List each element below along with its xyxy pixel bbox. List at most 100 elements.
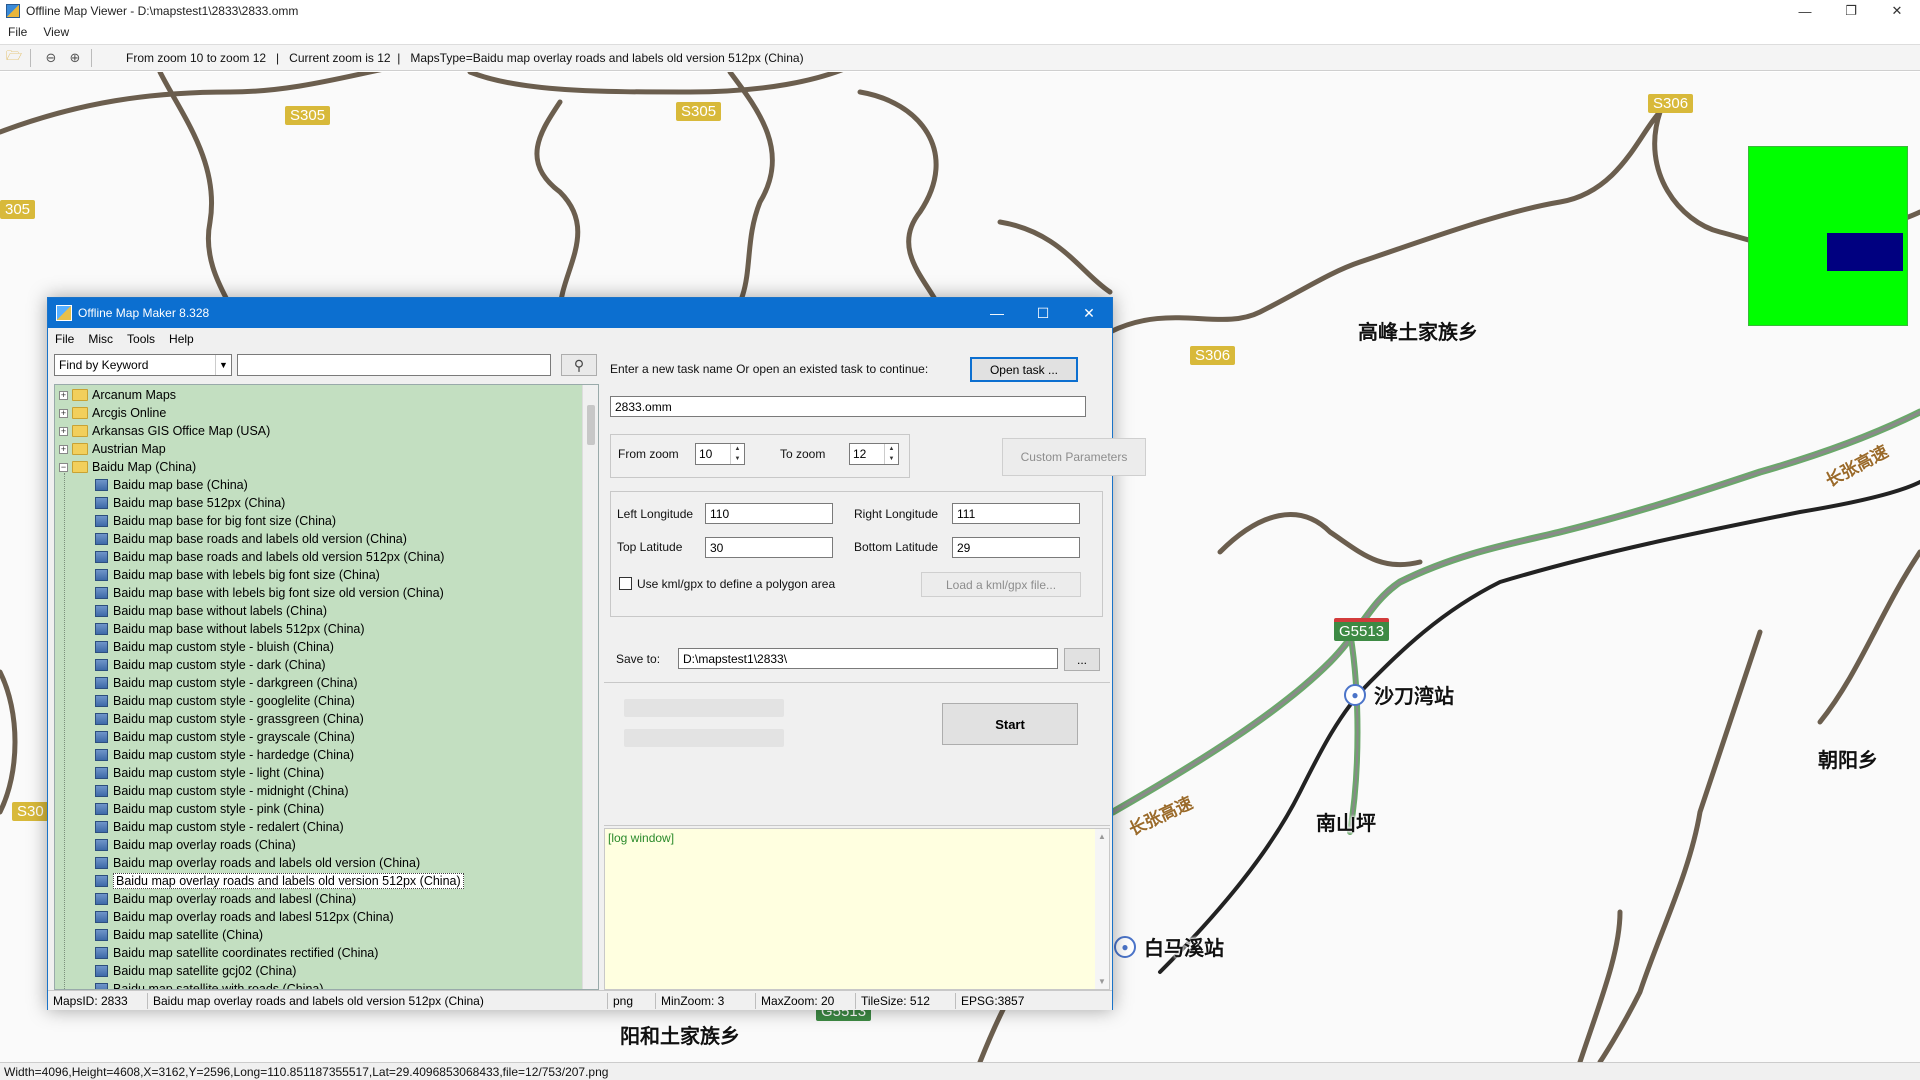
tree-item[interactable]: Baidu map custom style - bluish (China) [95, 638, 334, 656]
tree-item[interactable]: Baidu map custom style - googlelite (Chi… [95, 692, 355, 710]
task-name-field[interactable]: 2833.omm [610, 396, 1086, 417]
top-latitude-field[interactable]: 30 [705, 537, 833, 558]
to-zoom-value: 12 [853, 447, 867, 461]
tree-item[interactable]: Baidu map custom style - dark (China) [95, 656, 326, 674]
tree-item[interactable]: Baidu map custom style - redalert (China… [95, 818, 344, 836]
minimize-icon[interactable]: — [974, 298, 1020, 328]
collapse-icon[interactable]: − [59, 462, 68, 472]
menu-help[interactable]: Help [162, 332, 201, 346]
open-task-button[interactable]: Open task ... [970, 357, 1078, 382]
place-label: 朝阳乡 [1818, 750, 1878, 772]
search-mode-select[interactable]: Find by Keyword ▼ [54, 354, 232, 376]
save-path-field[interactable]: D:\mapstest1\2833\ [678, 648, 1058, 669]
map-icon [95, 839, 108, 851]
tree-item[interactable]: Baidu map custom style - grayscale (Chin… [95, 728, 355, 746]
road-shield: 305 [0, 200, 36, 219]
tree-item[interactable]: Baidu map custom style - grassgreen (Chi… [95, 710, 364, 728]
expand-icon[interactable]: + [59, 408, 68, 418]
restore-icon[interactable]: ❐ [1828, 0, 1874, 22]
expand-icon[interactable]: + [59, 426, 68, 436]
tree-item[interactable]: Baidu map satellite coordinates rectifie… [95, 944, 378, 962]
load-kml-button[interactable]: Load a kml/gpx file... [921, 572, 1081, 597]
log-scrollbar[interactable]: ▲ ▼ [1095, 829, 1109, 989]
scroll-down-icon[interactable]: ▼ [1098, 977, 1106, 986]
station-icon: ● [1344, 684, 1366, 706]
minimap[interactable] [1748, 146, 1908, 326]
tree-item[interactable]: Baidu map overlay roads and labels old v… [95, 872, 464, 890]
map-type-tree[interactable]: + Arcanum Maps + Arcgis Online + Arkansas GIS… [54, 384, 599, 990]
tree-item[interactable]: Baidu map custom style - hardedge (China… [95, 746, 354, 764]
tree-scrollbar[interactable] [582, 385, 598, 989]
map-icon [95, 533, 108, 545]
tree-item[interactable]: Baidu map custom style - midnight (China… [95, 782, 349, 800]
tree-item[interactable]: Baidu map satellite gcj02 (China) [95, 962, 296, 980]
left-longitude-label: Left Longitude [617, 507, 694, 521]
tree-item[interactable]: Baidu map base with lebels big font size… [95, 566, 380, 584]
open-folder-icon[interactable]: 🗁 [4, 48, 24, 68]
tree-item[interactable]: Baidu map base roads and labels old vers… [95, 548, 444, 566]
map-icon [95, 659, 108, 671]
menu-file[interactable]: File [0, 25, 35, 39]
folder-icon [72, 461, 88, 473]
tree-item[interactable]: Baidu map base (China) [95, 476, 248, 494]
to-zoom-stepper[interactable]: 12 ▲ ▼ [849, 443, 899, 465]
tree-item[interactable]: Baidu map base for big font size (China) [95, 512, 336, 530]
close-icon[interactable]: ✕ [1874, 0, 1920, 22]
tree-item[interactable]: Baidu map custom style - light (China) [95, 764, 324, 782]
from-zoom-stepper[interactable]: 10 ▲ ▼ [695, 443, 745, 465]
zoom-out-icon[interactable]: ⊖ [41, 48, 61, 68]
search-button[interactable]: ⚲ [561, 354, 597, 376]
minimap-viewport[interactable] [1827, 233, 1903, 271]
start-button[interactable]: Start [942, 703, 1078, 745]
menu-misc[interactable]: Misc [81, 332, 120, 346]
stepper-arrows-icon[interactable]: ▲ ▼ [730, 444, 744, 464]
tree-item[interactable]: Baidu map base without labels 512px (Chi… [95, 620, 365, 638]
tree-item[interactable]: Baidu map base without labels (China) [95, 602, 327, 620]
place-label: 沙刀湾站 [1374, 686, 1454, 708]
tree-item[interactable]: Baidu map overlay roads and labesl (Chin… [95, 890, 356, 908]
scroll-up-icon[interactable]: ▲ [1098, 832, 1106, 841]
custom-parameters-button[interactable]: Custom Parameters [1002, 438, 1146, 476]
tree-item[interactable]: Baidu map satellite (China) [95, 926, 263, 944]
search-input[interactable] [237, 354, 551, 376]
left-longitude-field[interactable]: 110 [705, 503, 833, 524]
viewer-menubar: File View [0, 22, 1920, 42]
tree-folder[interactable]: + Arkansas GIS Office Map (USA) [59, 422, 270, 440]
zoom-group: From zoom 10 ▲ ▼ To zoom 12 ▲ ▼ [610, 434, 910, 478]
scrollbar-thumb[interactable] [587, 405, 595, 445]
tree-item[interactable]: Baidu map custom style - darkgreen (Chin… [95, 674, 358, 692]
tree-item[interactable]: Baidu map overlay roads (China) [95, 836, 296, 854]
expand-icon[interactable]: + [59, 390, 68, 400]
browse-button[interactable]: ... [1064, 648, 1100, 671]
tree-item[interactable]: Baidu map base with lebels big font size… [95, 584, 444, 602]
right-longitude-field[interactable]: 111 [952, 503, 1080, 524]
tree-folder[interactable]: + Arcgis Online [59, 404, 166, 422]
tree-item[interactable]: Baidu map satellite with roads (China) [95, 980, 324, 989]
close-icon[interactable]: ✕ [1066, 298, 1112, 328]
minimize-icon[interactable]: — [1782, 0, 1828, 22]
tree-item[interactable]: Baidu map base roads and labels old vers… [95, 530, 407, 548]
bottom-latitude-field[interactable]: 29 [952, 537, 1080, 558]
tree-item-label: Baidu map base without labels 512px (Chi… [113, 622, 365, 636]
tree-folder[interactable]: − Baidu Map (China) [59, 458, 196, 476]
search-icon: ⚲ [573, 356, 585, 373]
tree-folder[interactable]: + Arcanum Maps [59, 386, 176, 404]
chevron-down-icon[interactable]: ▼ [215, 355, 231, 375]
tree-item-label: Baidu map custom style - grassgreen (Chi… [113, 712, 364, 726]
menu-tools[interactable]: Tools [120, 332, 162, 346]
tree-item[interactable]: Baidu map custom style - pink (China) [95, 800, 324, 818]
tree-item[interactable]: Baidu map overlay roads and labels old v… [95, 854, 420, 872]
menu-view[interactable]: View [35, 25, 77, 39]
tree-item[interactable]: Baidu map base 512px (China) [95, 494, 285, 512]
maximize-icon[interactable]: ☐ [1020, 298, 1066, 328]
tree-item[interactable]: Baidu map overlay roads and labesl 512px… [95, 908, 394, 926]
menu-file[interactable]: File [48, 332, 81, 346]
map-icon [95, 821, 108, 833]
expand-icon[interactable]: + [59, 444, 68, 454]
stepper-arrows-icon[interactable]: ▲ ▼ [884, 444, 898, 464]
viewer-status-bar: Width=4096,Height=4608,X=3162,Y=2596,Lon… [0, 1062, 1920, 1080]
zoom-in-icon[interactable]: ⊕ [65, 48, 85, 68]
kml-checkbox[interactable] [619, 577, 632, 590]
log-window[interactable]: [log window] ▲ ▼ [604, 828, 1110, 990]
tree-folder[interactable]: + Austrian Map [59, 440, 166, 458]
